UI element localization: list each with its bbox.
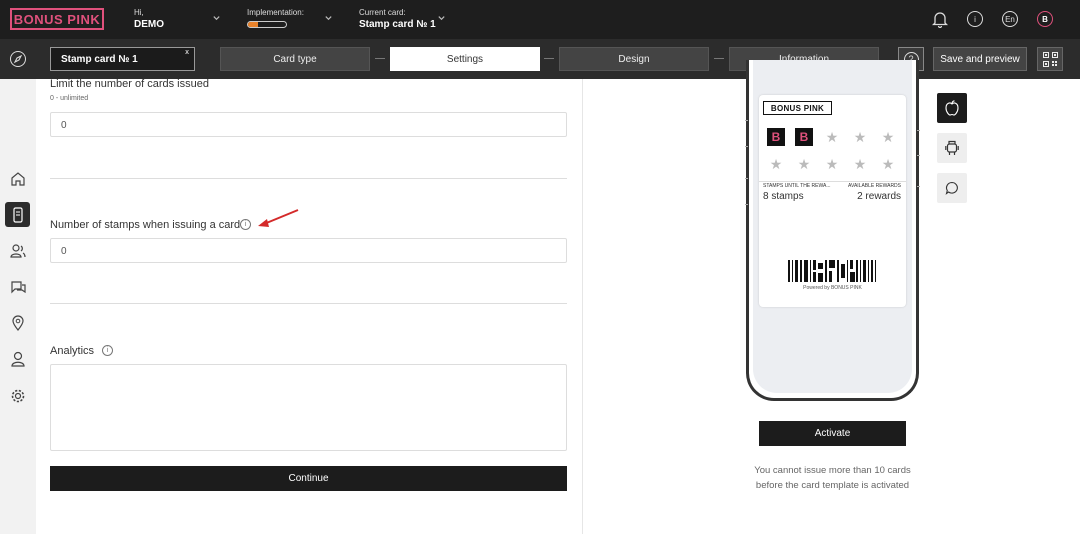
android-icon xyxy=(945,140,959,155)
rewards-label: AVAILABLE REWARDS xyxy=(848,183,901,189)
stamps-until-label: STAMPS UNTIL THE REWA... xyxy=(763,183,831,189)
phone-tick xyxy=(745,120,748,121)
star-icon: ★ xyxy=(853,155,867,172)
chat-bubble-icon xyxy=(945,181,958,195)
logo[interactable]: BONUS PINK xyxy=(10,8,104,30)
stamps-on-issue-label: Number of stamps when issuing a card xyxy=(50,219,241,231)
implementation-progress-fill xyxy=(248,22,258,27)
step-divider xyxy=(544,58,554,59)
avatar[interactable]: B xyxy=(1037,11,1053,27)
profile-icon[interactable] xyxy=(9,350,27,368)
phone-tick xyxy=(917,155,920,156)
star-icon: ★ xyxy=(881,155,895,172)
limit-cards-hint: 0 - unlimited xyxy=(50,95,89,102)
pass-logo: BONUS PINK xyxy=(763,101,832,115)
users-icon[interactable] xyxy=(9,242,27,260)
star-icon: ★ xyxy=(825,155,839,172)
powered-by: Powered by BONUS PINK xyxy=(803,285,862,291)
stamps-until-value: 8 stamps xyxy=(763,191,804,202)
star-icon: ★ xyxy=(881,128,895,145)
analytics-textarea[interactable] xyxy=(50,364,567,451)
apple-icon xyxy=(945,100,959,116)
implementation-chevron-down-icon[interactable] xyxy=(324,13,334,23)
greeting: Hi, xyxy=(134,8,144,17)
phone-tick xyxy=(745,146,748,147)
divider xyxy=(50,178,567,179)
phone-tick xyxy=(745,178,748,179)
divider xyxy=(50,303,567,304)
save-and-preview-button[interactable]: Save and preview xyxy=(933,47,1027,71)
platform-android[interactable] xyxy=(937,133,967,163)
location-icon[interactable] xyxy=(9,314,27,332)
rewards-value: 2 rewards xyxy=(857,191,901,202)
pointer-arrow xyxy=(258,209,299,227)
step-divider xyxy=(375,58,385,59)
top-bar: BONUS PINK Hi, DEMO Implementation: Curr… xyxy=(0,0,1080,39)
analytics-label: Analytics xyxy=(50,345,95,357)
continue-button[interactable]: Continue xyxy=(50,466,567,491)
current-card-name[interactable]: Stamp card № 1 xyxy=(359,19,436,30)
panel-divider xyxy=(582,79,583,534)
limit-cards-label: Limit the number of cards issued xyxy=(50,78,209,90)
implementation-progress-bar xyxy=(247,21,287,28)
compass-icon[interactable] xyxy=(10,51,26,67)
bell-icon[interactable] xyxy=(931,10,949,29)
barcode-image xyxy=(788,260,876,282)
chat-icon[interactable] xyxy=(9,278,27,296)
step-settings[interactable]: Settings xyxy=(390,47,540,71)
star-icon: ★ xyxy=(797,155,811,172)
home-icon[interactable] xyxy=(9,170,27,188)
analytics-info-icon[interactable]: i xyxy=(102,345,113,356)
platform-messenger[interactable] xyxy=(937,173,967,203)
pass-divider xyxy=(759,181,906,182)
step-divider xyxy=(714,58,724,59)
settings-icon[interactable] xyxy=(9,387,27,405)
user-name[interactable]: DEMO xyxy=(134,19,164,30)
current-card-label: Current card: xyxy=(359,8,406,17)
step-design[interactable]: Design xyxy=(559,47,709,71)
wallet-pass-preview: BONUS PINK B B ★ ★ ★ ★ ★ ★ ★ ★ STAMPS UNTIL THE R… xyxy=(759,95,906,307)
platform-apple[interactable] xyxy=(937,93,967,123)
activation-note: You cannot issue more than 10 cards befo… xyxy=(754,465,911,491)
activate-button[interactable]: Activate xyxy=(759,421,906,446)
star-icon: ★ xyxy=(825,128,839,145)
star-icon: ★ xyxy=(769,155,783,172)
qr-code-icon xyxy=(1042,51,1058,67)
language-switch[interactable]: En xyxy=(1002,11,1018,27)
qr-code-button[interactable] xyxy=(1037,47,1063,71)
limit-cards-input[interactable]: 0 xyxy=(50,112,567,137)
phone-tick xyxy=(745,204,748,205)
sidebar xyxy=(0,79,36,534)
user-chevron-down-icon[interactable] xyxy=(212,13,222,23)
card-icon[interactable] xyxy=(5,202,30,227)
card-select[interactable]: Stamp card № 1 x xyxy=(50,47,195,71)
implementation-label: Implementation: xyxy=(247,8,304,17)
settings-form: Limit the number of cards issued 0 - unl… xyxy=(36,78,582,534)
clear-icon[interactable]: x xyxy=(185,49,189,56)
star-icon: ★ xyxy=(853,128,867,145)
info-icon[interactable]: i xyxy=(967,11,983,27)
step-card-type[interactable]: Card type xyxy=(220,47,370,71)
phone-tick xyxy=(917,186,920,187)
stamp-filled: B xyxy=(795,128,813,146)
stamp-filled: B xyxy=(767,128,785,146)
card-select-value: Stamp card № 1 xyxy=(61,54,138,65)
stamps-on-issue-input[interactable]: 0 xyxy=(50,238,567,263)
stamps-info-icon[interactable]: i xyxy=(240,219,251,230)
card-chevron-down-icon[interactable] xyxy=(437,13,447,23)
phone-tick xyxy=(917,130,920,131)
